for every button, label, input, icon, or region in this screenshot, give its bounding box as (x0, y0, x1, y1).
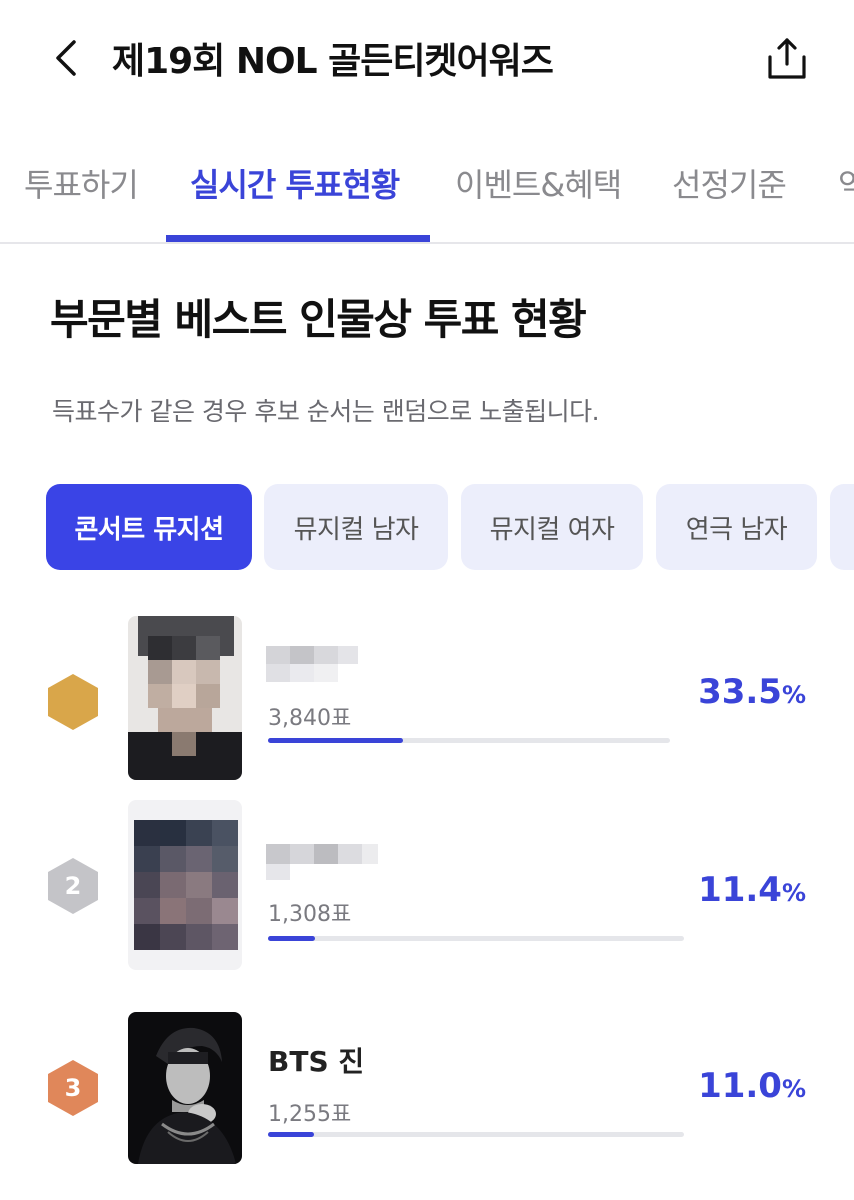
chip-play-male[interactable]: 연극 남자 (656, 484, 817, 570)
tab-vote[interactable]: 투표하기 (24, 160, 139, 206)
candidate-photo (128, 1012, 242, 1164)
chevron-left-icon (56, 40, 76, 76)
section-note: 득표수가 같은 경우 후보 순서는 랜덤으로 노출됩니다. (52, 397, 600, 426)
chip-musical-female[interactable]: 뮤지컬 여자 (461, 484, 643, 570)
vote-progress-bar (268, 1132, 684, 1137)
candidate-photo (128, 800, 242, 970)
rank-badge-gold (46, 672, 100, 732)
candidate-photo (128, 616, 242, 780)
name-redacted (266, 646, 358, 682)
app-header: 제19회 NOL 골든티켓어워즈 (0, 0, 854, 120)
rank-badge-bronze: 3 (46, 1058, 100, 1118)
vote-count: 1,255표 (268, 1102, 352, 1127)
back-button[interactable] (50, 38, 82, 78)
ranking-row[interactable]: 3 BTS 진 1,255표 11.0% (0, 1010, 854, 1180)
vote-progress-fill (268, 936, 316, 941)
vote-percentage: 33.5% (698, 672, 806, 712)
candidate-name: BTS 진 (268, 1045, 365, 1078)
ranking-row[interactable]: 3,840표 33.5% (0, 612, 854, 782)
vote-progress-fill (268, 1132, 314, 1137)
tab-bar: 투표하기 실시간 투표현황 이벤트&혜택 선정기준 역 (0, 140, 854, 244)
active-tab-indicator (166, 235, 430, 242)
vote-progress-fill (268, 738, 403, 743)
tab-more[interactable]: 역 (838, 160, 854, 206)
chip-concert-musician[interactable]: 콘서트 뮤지션 (46, 484, 252, 570)
rank-badge-silver: 2 (46, 856, 100, 916)
page-title: 제19회 NOL 골든티켓어워즈 (112, 41, 554, 82)
share-icon (768, 38, 806, 79)
category-chips: 콘서트 뮤지션 뮤지컬 남자 뮤지컬 여자 연극 남자 (0, 484, 854, 572)
vote-progress-bar (268, 936, 684, 941)
name-redacted (266, 844, 378, 880)
vote-percentage: 11.0% (698, 1066, 806, 1106)
vote-progress-bar (268, 738, 670, 743)
section-title: 부문별 베스트 인물상 투표 현황 (50, 295, 587, 344)
chip-musical-male[interactable]: 뮤지컬 남자 (264, 484, 448, 570)
chip-next[interactable] (830, 484, 854, 570)
tab-criteria[interactable]: 선정기준 (672, 160, 787, 206)
vote-count: 1,308표 (268, 902, 352, 927)
ranking-row[interactable]: 2 1,308표 11.4% (0, 800, 854, 970)
vote-percentage: 11.4% (698, 870, 806, 910)
tab-events[interactable]: 이벤트&혜택 (455, 160, 622, 206)
tab-live-results[interactable]: 실시간 투표현황 (190, 160, 400, 206)
vote-count: 3,840표 (268, 706, 352, 731)
share-button[interactable] (762, 34, 812, 84)
